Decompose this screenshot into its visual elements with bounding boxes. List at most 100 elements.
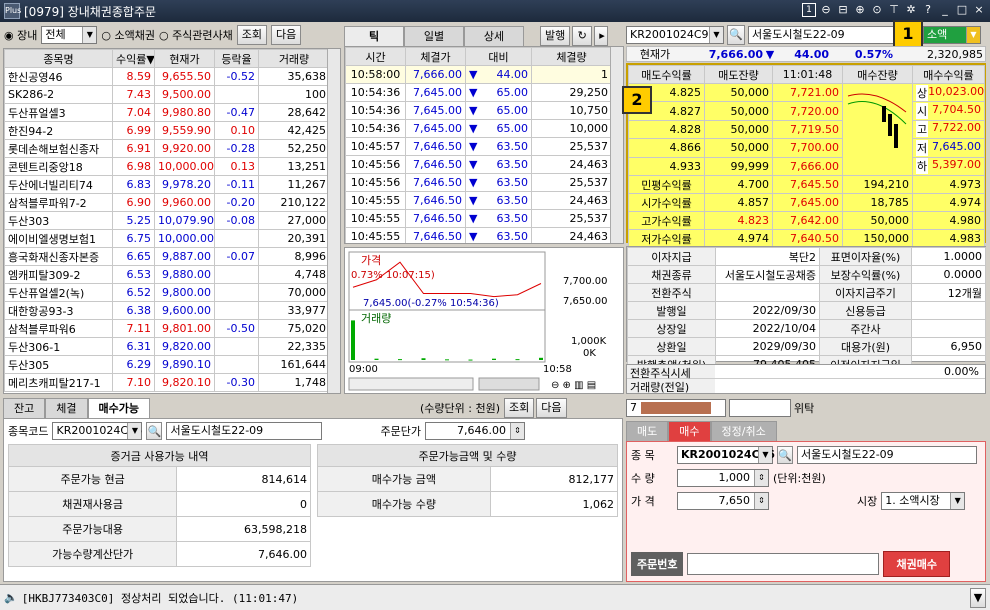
tick-time: 10:45:55 xyxy=(345,209,406,228)
minimize-icon[interactable]: _ xyxy=(938,3,952,17)
ask-row[interactable]: 4.933 99,999 7,666.00 하 5,397.00 xyxy=(628,156,985,177)
balance-next-button[interactable]: 다음 xyxy=(536,398,567,418)
bid-row[interactable]: 고가수익률 4.823 7,642.00 50,000 4.980 xyxy=(628,211,985,230)
list-item[interactable]: 에이비엘생명보험1 6.75 10,000.00 20,391 xyxy=(4,229,330,248)
balance-code-input[interactable]: KR2001024C96 ▼ xyxy=(52,422,143,440)
ask-row[interactable]: 4.828 50,000 7,719.50 고 7,722.00 xyxy=(628,119,985,140)
list-item[interactable]: 메리츠캐피탈217-1 7.10 9,820.10 -0.30 1,748 xyxy=(4,373,330,392)
tab-execution[interactable]: 체결 xyxy=(45,398,88,418)
balance-query-button[interactable]: 조회 xyxy=(504,398,535,418)
stepper-icon[interactable]: ⇕ xyxy=(509,423,524,439)
settings-icon[interactable]: ✲ xyxy=(904,3,918,17)
bid-row[interactable]: 저가수익률 4.974 7,640.50 150,000 4.983 xyxy=(628,229,985,248)
window-list-icon[interactable]: ⊟ xyxy=(836,3,850,17)
table-row[interactable]: 10:54:36 7,645.00 ▼ 65.00 10,750 xyxy=(345,101,612,120)
order-price-input[interactable]: 7,646.00 ⇕ xyxy=(424,422,525,440)
list-item[interactable]: 콘텐트리중앙18 6.98 10,000.00 0.13 13,251 xyxy=(4,157,330,176)
table-row[interactable]: 10:45:56 7,646.50 ▼ 63.50 24,463 xyxy=(345,155,612,174)
tab-modify-cancel[interactable]: 정정/취소 xyxy=(710,421,777,441)
table-row[interactable]: 10:45:55 7,646.50 ▼ 63.50 24,463 xyxy=(345,227,612,243)
table-row[interactable]: 10:58:00 7,666.00 ▼ 44.00 1 xyxy=(345,65,612,84)
list-item[interactable]: 두산퓨얼셀3 7.04 9,980.80 -0.47 28,642 xyxy=(4,103,330,122)
bid-row[interactable]: 시가수익률 4.857 7,645.00 18,785 4.974 xyxy=(628,193,985,212)
table-row[interactable]: 10:45:56 7,646.50 ▼ 63.50 25,537 xyxy=(345,173,612,192)
bond-buy-button[interactable]: 채권매수 xyxy=(883,551,950,577)
list-item[interactable]: 삼척블루파워7-2 6.90 9,960.00 -0.20 210,122 xyxy=(4,193,330,212)
query-button[interactable]: 조회 xyxy=(236,25,268,45)
order-market-select[interactable]: 1. 소액시장 ▼ xyxy=(881,492,966,510)
list-item[interactable]: 두산에너빌리티74 6.83 9,978.20 -0.11 11,267 xyxy=(4,175,330,194)
list-item[interactable]: 롯데손해보험신종자 6.91 9,920.00 -0.28 52,250 xyxy=(4,139,330,158)
close-icon[interactable]: × xyxy=(972,3,986,17)
stepper-icon[interactable]: ⇕ xyxy=(754,493,768,509)
list-item[interactable]: 두산퓨얼셀2(녹) 6.52 9,800.00 70,000 xyxy=(4,283,330,302)
tab-buyable[interactable]: 매수가능 xyxy=(87,398,150,418)
ask-qty: 50,000 xyxy=(704,119,773,140)
radio-jangnae[interactable]: ◉ 장내 xyxy=(4,27,37,43)
lock-icon[interactable]: ⊙ xyxy=(870,3,884,17)
play-icon[interactable]: ▸ xyxy=(594,26,609,46)
bond-change xyxy=(214,337,259,356)
list-item[interactable]: SK286-2 7.43 9,500.00 100 xyxy=(4,85,330,104)
tick-diff: ▼ 63.50 xyxy=(465,155,532,174)
ask-row[interactable]: 4.827 50,000 7,720.00 시 7,704.50 xyxy=(628,101,985,121)
chevron-down-icon: ▼ xyxy=(709,27,723,43)
table-row[interactable]: 10:45:57 7,646.50 ▼ 63.50 25,537 xyxy=(345,137,612,156)
qty-input[interactable]: 1,000 ⇕ xyxy=(677,469,769,487)
code-input[interactable]: KR2001024C96 ▼ xyxy=(626,26,724,44)
list-item[interactable]: 삼척블루파워6 7.11 9,801.00 -0.50 75,020 xyxy=(4,319,330,338)
radio-small-bond[interactable]: ○ 소액채권 xyxy=(101,27,155,43)
list-item[interactable]: 한진94-2 6.99 9,559.90 0.10 42,425 xyxy=(4,121,330,140)
tab-buy[interactable]: 매수 xyxy=(668,421,711,441)
market-select[interactable]: 전체 ▼ xyxy=(41,26,98,44)
search-icon[interactable]: 🔍 xyxy=(146,422,163,440)
pin-icon[interactable]: ⊤ xyxy=(887,3,901,17)
account-input[interactable]: 7 xyxy=(626,399,726,417)
next-button[interactable]: 다음 xyxy=(271,25,302,45)
page-number-icon[interactable]: 1 xyxy=(802,3,816,17)
tick-scrollbar[interactable] xyxy=(610,47,623,243)
list-item[interactable]: 두산303 5.25 10,079.90 -0.08 27,000 xyxy=(4,211,330,230)
bond-change: -0.20 xyxy=(214,193,259,212)
list-item[interactable]: 대한항공93-3 6.38 9,600.00 33,977 xyxy=(4,301,330,320)
stepper-icon[interactable]: ⇕ xyxy=(754,470,768,486)
tab-daily[interactable]: 일별 xyxy=(404,26,464,46)
conv-value: 0.00% xyxy=(944,365,979,378)
table-row[interactable]: 10:45:55 7,646.50 ▼ 63.50 25,537 xyxy=(345,209,612,228)
chart-scrollbar[interactable] xyxy=(348,377,474,391)
price-input[interactable]: 7,650 ⇕ xyxy=(677,492,769,510)
table-row[interactable]: 10:54:36 7,645.00 ▼ 65.00 29,250 xyxy=(345,83,612,102)
search-icon[interactable]: 🔍 xyxy=(727,25,745,45)
ask-row[interactable]: 4.825 50,000 7,721.00 상 10,023.00 xyxy=(628,82,985,176)
status-dropdown-icon[interactable]: ▼ xyxy=(970,588,986,608)
list-item[interactable]: 두산305 6.29 9,890.10 161,644 xyxy=(4,355,330,374)
radio-cb[interactable]: ○ 주식관련사채 xyxy=(159,27,233,43)
app-icon: Plus xyxy=(4,3,21,19)
quote-market-select[interactable]: 소액 ▼ xyxy=(923,26,981,44)
zoom-in-icon[interactable]: ⊕ xyxy=(853,3,867,17)
zoom-out-icon[interactable]: ⊖ xyxy=(819,3,833,17)
issue-button[interactable]: 발행 xyxy=(540,26,571,46)
list-item[interactable]: 한신공영46 8.59 9,655.50 -0.52 35,638 xyxy=(4,67,330,86)
order-code-input[interactable]: KR2001024C96 ▼ xyxy=(677,446,775,464)
side-stat-value: 10,023.00 xyxy=(928,84,985,98)
bid-row[interactable]: 민평수익률 4.700 7,645.50 194,210 4.973 xyxy=(628,175,985,194)
list-item[interactable]: 엠캐피탈309-2 6.53 9,880.00 4,748 xyxy=(4,265,330,284)
list-item[interactable]: 흥국화재신종자본증 6.65 9,887.00 -0.07 8,996 xyxy=(4,247,330,266)
list-scrollbar[interactable] xyxy=(327,49,340,393)
chart-zoom-icon[interactable]: ⊖ ⊕ ▥ ▤ xyxy=(551,380,596,391)
tab-balance[interactable]: 잔고 xyxy=(3,398,46,418)
table-row[interactable]: 10:54:36 7,645.00 ▼ 65.00 10,000 xyxy=(345,119,612,138)
maximize-icon[interactable]: □ xyxy=(955,3,969,17)
tab-sell[interactable]: 매도 xyxy=(626,421,669,441)
table-row[interactable]: 10:45:55 7,646.50 ▼ 63.50 24,463 xyxy=(345,191,612,210)
refresh-icon[interactable]: ↻ xyxy=(572,26,593,46)
search-icon[interactable]: 🔍 xyxy=(777,446,793,464)
tab-tick[interactable]: 틱 xyxy=(344,26,404,46)
chart-zoom-slider[interactable] xyxy=(478,377,540,391)
list-item[interactable]: 두산306-1 6.31 9,820.00 22,335 xyxy=(4,337,330,356)
help-icon[interactable]: ? xyxy=(921,3,935,17)
volume-bar xyxy=(351,320,355,360)
ask-row[interactable]: 4.866 50,000 7,700.00 저 7,645.00 xyxy=(628,138,985,158)
tab-detail[interactable]: 상세 xyxy=(464,26,524,46)
